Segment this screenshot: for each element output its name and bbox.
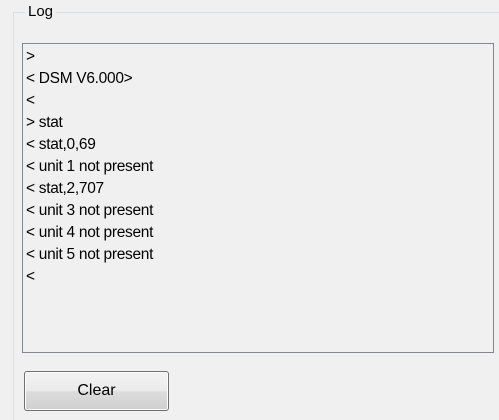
- log-line: <: [26, 92, 35, 109]
- log-line: < unit 4 not present: [26, 224, 154, 241]
- log-lines: > < DSM V6.000> < > stat < stat,0,69 < u…: [23, 44, 493, 288]
- clear-button[interactable]: Clear: [24, 371, 169, 411]
- log-line: > stat: [26, 114, 63, 131]
- log-line: < unit 3 not present: [26, 202, 154, 219]
- log-textbox[interactable]: > < DSM V6.000> < > stat < stat,0,69 < u…: [22, 43, 494, 353]
- log-line: < stat,2,707: [26, 180, 104, 197]
- log-line: <: [26, 268, 35, 285]
- log-line: >: [26, 48, 35, 65]
- log-line: < stat,0,69: [26, 136, 96, 153]
- log-line: < unit 5 not present: [26, 246, 154, 263]
- log-groupbox-title: Log: [25, 3, 57, 20]
- log-line: < DSM V6.000>: [26, 70, 133, 87]
- log-line: < unit 1 not present: [26, 158, 154, 175]
